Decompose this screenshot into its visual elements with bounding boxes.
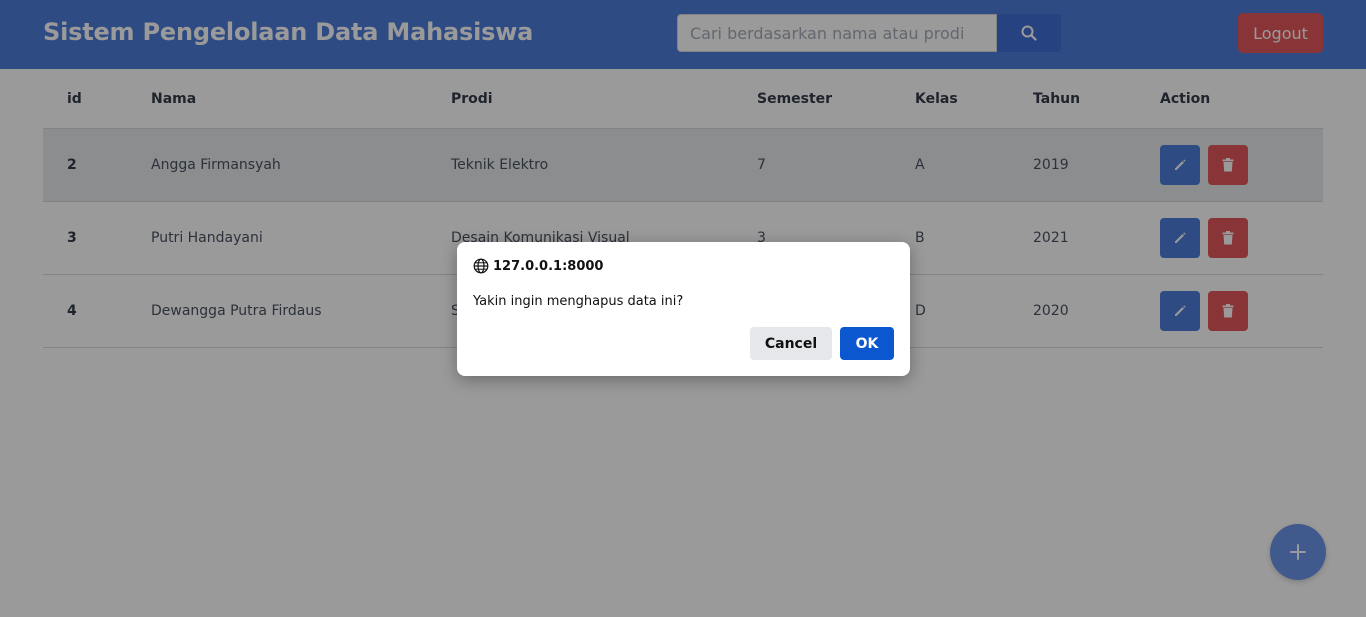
dialog-message: Yakin ingin menghapus data ini? <box>473 294 684 309</box>
cancel-button[interactable]: Cancel <box>750 327 832 360</box>
dialog-origin-text: 127.0.0.1:8000 <box>493 258 604 274</box>
ok-button[interactable]: OK <box>840 327 894 360</box>
globe-icon <box>473 258 489 274</box>
dialog-origin: 127.0.0.1:8000 <box>473 258 603 274</box>
confirm-dialog: 127.0.0.1:8000 Yakin ingin menghapus dat… <box>457 242 910 376</box>
